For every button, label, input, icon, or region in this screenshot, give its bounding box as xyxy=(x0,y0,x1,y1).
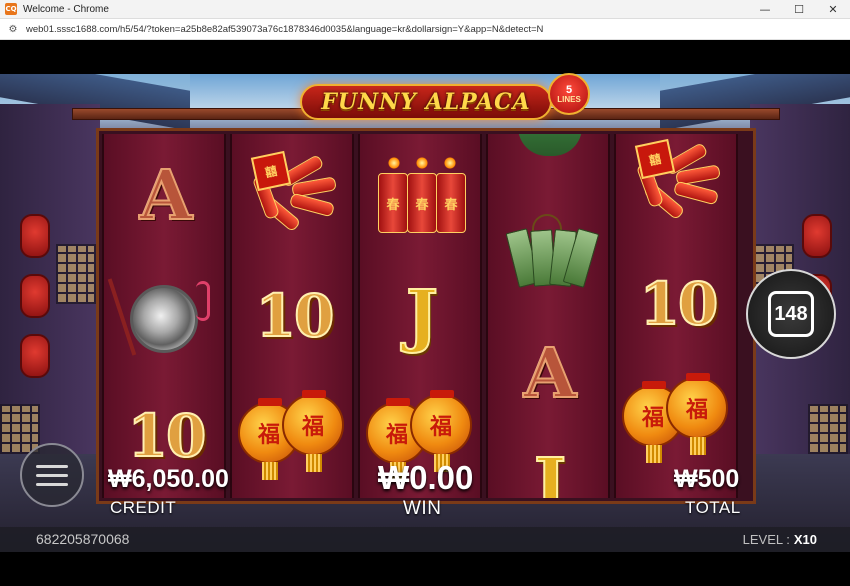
window-title: Welcome - Chrome xyxy=(23,3,109,15)
app-icon: CQ xyxy=(5,3,17,15)
close-button[interactable]: ✕ xyxy=(816,0,850,19)
lantern-decoration xyxy=(20,214,50,258)
level-label: LEVEL : xyxy=(742,532,790,547)
hamburger-icon xyxy=(36,473,68,477)
firecracker-label: 囍 xyxy=(634,138,676,180)
logo-text: FUNNY ALPACA xyxy=(321,89,531,115)
reel-2: 囍 10 福 福 xyxy=(230,134,354,498)
spin-counter-button[interactable]: 148 xyxy=(746,269,836,359)
reel-1: A 10 xyxy=(102,134,226,498)
address-bar[interactable]: ⚙ web01.sssc1688.com/h5/54/?token=a25b8e… xyxy=(0,19,850,40)
firecracker-icon: 囍 xyxy=(240,150,348,242)
symbol-a: A xyxy=(523,333,578,415)
reel-symbol: J xyxy=(360,256,480,376)
credit-label: CREDIT xyxy=(110,498,177,517)
symbol-ten: 10 xyxy=(127,401,208,471)
menu-button[interactable] xyxy=(20,443,84,507)
reel-symbol: A xyxy=(104,136,224,256)
reel-symbol: 福 福 xyxy=(232,376,352,496)
url-text[interactable]: web01.sssc1688.com/h5/54/?token=a25b8e82… xyxy=(26,24,543,35)
hamburger-icon xyxy=(36,464,68,468)
lattice-window xyxy=(56,244,96,304)
symbol-ten: 10 xyxy=(639,269,720,339)
lantern-decoration xyxy=(20,334,50,378)
reel-5: 囍 10 福 福 xyxy=(614,134,738,498)
firecracker-label: 囍 xyxy=(250,150,292,192)
lantern-char: 福 xyxy=(385,422,408,448)
window-controls: — ☐ ✕ xyxy=(748,0,850,19)
reel-4: A J xyxy=(486,134,610,498)
level-value: X10 xyxy=(793,532,817,547)
reel-symbol xyxy=(488,194,608,314)
reel-symbol: A xyxy=(488,314,608,434)
firecracker-icon: 囍 xyxy=(624,138,732,230)
level-indicator: LEVEL : X10 xyxy=(743,532,817,547)
minimize-button[interactable]: — xyxy=(748,0,782,19)
reel-symbol: 囍 xyxy=(616,134,736,244)
win-label: WIN xyxy=(403,498,442,519)
site-settings-icon[interactable]: ⚙ xyxy=(6,22,20,36)
reel-symbol: 春 春 春 xyxy=(360,136,480,256)
maximize-button[interactable]: ☐ xyxy=(782,0,816,19)
game-canvas[interactable]: FUNNY ALPACA 5 LINES A 10 囍 10 福 福 春 春 春… xyxy=(0,40,850,586)
symbol-ten: 10 xyxy=(255,281,336,351)
account-id: 682205870068 xyxy=(36,531,130,547)
lines-number: 5 xyxy=(565,83,573,96)
reel-symbol: 10 xyxy=(616,244,736,364)
lantern-char: 福 xyxy=(301,414,324,440)
symbol-j: J xyxy=(533,443,567,498)
lantern-char: 福 xyxy=(685,397,708,423)
symbol-a: A xyxy=(139,155,194,237)
symbol-j: J xyxy=(405,275,439,357)
lantern-decoration xyxy=(20,274,50,318)
firecracker-tubes-icon: 春 春 春 xyxy=(370,151,474,241)
lanterns-icon: 福 福 xyxy=(620,371,736,467)
gong-icon xyxy=(107,271,214,361)
jade-icon xyxy=(502,214,600,294)
total-bet-label: TOTAL xyxy=(685,498,741,517)
game-logo: FUNNY ALPACA xyxy=(300,84,552,120)
reel-symbol: 10 xyxy=(232,256,352,376)
reel-3: 春 春 春 J 福 福 xyxy=(358,134,482,498)
lantern-char: 福 xyxy=(257,422,280,448)
reel-symbol: 囍 xyxy=(232,136,352,256)
reel-symbol: 福 福 xyxy=(616,359,736,479)
lantern-char: 福 xyxy=(641,405,664,431)
tube-char: 春 xyxy=(436,173,466,233)
tube-char: 春 xyxy=(378,173,408,233)
win-value: ₩0.00 xyxy=(378,459,474,496)
total-bet-value[interactable]: ₩500 xyxy=(674,465,739,494)
lanterns-icon: 福 福 xyxy=(236,388,352,484)
lantern-char: 福 xyxy=(429,414,452,440)
credit-value: ₩6,050.00 xyxy=(108,465,229,493)
bottom-status-bar: 682205870068 LEVEL : X10 xyxy=(0,527,850,552)
title-bar: CQ Welcome - Chrome — ☐ ✕ xyxy=(0,0,850,19)
partial-symbol xyxy=(518,134,582,156)
reel-symbol: J xyxy=(488,424,608,498)
lantern-decoration xyxy=(802,214,832,258)
lines-label: LINES xyxy=(557,94,581,104)
browser-window: CQ Welcome - Chrome — ☐ ✕ ⚙ web01.sssc16… xyxy=(0,0,850,586)
reels-frame: A 10 囍 10 福 福 春 春 春 J 福 福 A J 囍 10 福 福 xyxy=(96,128,756,504)
lines-badge: 5 LINES xyxy=(548,73,590,115)
hamburger-icon xyxy=(36,482,68,486)
reel-symbol xyxy=(104,256,224,376)
tube-char: 春 xyxy=(407,173,437,233)
spin-counter-value: 148 xyxy=(768,291,814,337)
